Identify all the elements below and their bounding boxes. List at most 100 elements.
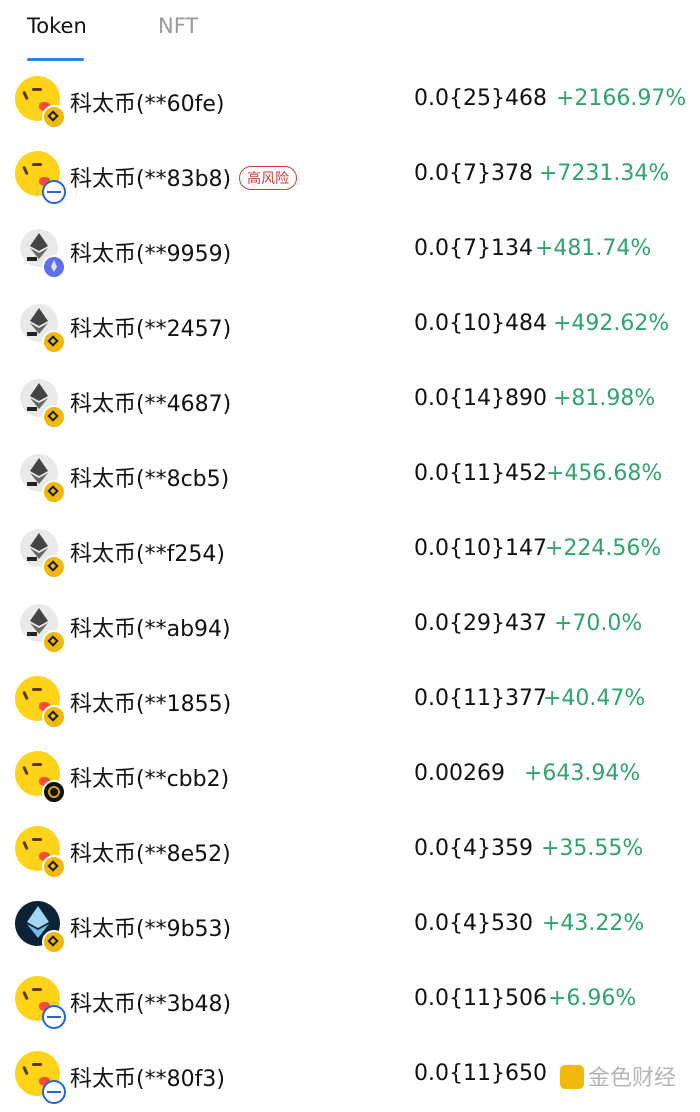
bnb-chain-icon: [42, 555, 66, 579]
bnb-chain-icon: [42, 330, 66, 354]
token-name: 科太币(**f254): [70, 536, 225, 568]
token-row[interactable]: 科太币(**4687) 0.0{14}890 +81.98%: [0, 362, 700, 437]
token-row[interactable]: 科太币(**9b53) 0.0{4}530 +43.22%: [0, 887, 700, 962]
token-name-text: 科太币(**8e52): [70, 842, 231, 867]
token-price: 0.0{25}468: [414, 86, 547, 111]
token-price: 0.0{4}359: [414, 836, 533, 861]
token-name: 科太币(**2457): [70, 311, 231, 343]
token-avatar: [15, 526, 66, 579]
token-name-text: 科太币(**60fe): [70, 92, 225, 117]
token-price: 0.0{10}147: [414, 536, 547, 561]
base-chain-icon: [42, 180, 66, 204]
token-name-text: 科太币(**1855): [70, 692, 232, 717]
token-name: 科太币(**8e52): [70, 836, 231, 868]
token-avatar: [15, 976, 66, 1029]
token-row[interactable]: 科太币(**f254) 0.0{10}147 +224.56%: [0, 512, 700, 587]
token-price: 0.0{4}530: [414, 911, 533, 936]
token-avatar: [15, 151, 66, 204]
token-price: 0.0{7}378: [414, 161, 533, 186]
token-price: 0.0{11}452: [414, 461, 547, 486]
token-name: 科太币(**60fe): [70, 86, 224, 118]
token-row[interactable]: 科太币(**83b8) 高风险 0.0{7}378 +7231.34%: [0, 137, 700, 212]
token-row[interactable]: 科太币(**3b48) 0.0{11}506 +6.96%: [0, 962, 700, 1037]
token-change: +70.0%: [554, 611, 643, 636]
token-price: 0.0{7}134: [414, 236, 533, 261]
tab-bar: Token NFT: [0, 0, 700, 62]
token-change: +643.94%: [524, 761, 641, 786]
token-name: 科太币(**4687): [70, 386, 231, 418]
tab-token[interactable]: Token: [27, 14, 87, 38]
active-tab-indicator: [27, 58, 84, 61]
bnb-chain-icon: [42, 855, 66, 879]
token-change: +81.98%: [553, 386, 656, 411]
token-price: 0.0{11}650: [414, 1061, 547, 1086]
token-change: +2166.97%: [556, 86, 687, 111]
token-name-text: 科太币(**ab94): [70, 617, 231, 642]
token-name: 科太币(**9b53): [70, 911, 231, 943]
watermark-text: 金色财经: [588, 1066, 677, 1091]
token-name-text: 科太币(**8cb5): [70, 467, 230, 492]
token-change: +7231.34%: [539, 161, 670, 186]
token-name-text: 科太币(**2457): [70, 317, 232, 342]
token-name-text: 科太币(**9959): [70, 242, 232, 267]
token-change: +6.96%: [548, 986, 637, 1011]
tab-nft[interactable]: NFT: [158, 14, 198, 38]
base-chain-icon: [42, 1005, 66, 1029]
token-avatar: [15, 301, 66, 354]
token-row[interactable]: 科太币(**8cb5) 0.0{11}452 +456.68%: [0, 437, 700, 512]
token-avatar: [15, 826, 66, 879]
token-name: 科太币(**ab94): [70, 611, 231, 643]
token-avatar: [15, 451, 66, 504]
token-change: +43.22%: [542, 911, 645, 936]
risk-badge: 高风险: [239, 166, 298, 190]
token-price: 0.00269: [414, 761, 505, 786]
token-name: 科太币(**1855): [70, 686, 231, 718]
token-name: 科太币(**83b8) 高风险: [70, 161, 298, 193]
black-chain-icon: [42, 780, 66, 804]
token-row[interactable]: 科太币(**60fe) 0.0{25}468 +2166.97%: [0, 62, 700, 137]
token-row[interactable]: 科太币(**8e52) 0.0{4}359 +35.55%: [0, 812, 700, 887]
token-avatar: [15, 1051, 66, 1104]
token-change: +481.74%: [535, 236, 652, 261]
token-avatar: [15, 751, 66, 804]
base-chain-icon: [42, 1080, 66, 1104]
bnb-chain-icon: [42, 630, 66, 654]
token-row[interactable]: 科太币(**ab94) 0.0{29}437 +70.0%: [0, 587, 700, 662]
token-price: 0.0{29}437: [414, 611, 547, 636]
token-price: 0.0{11}506: [414, 986, 547, 1011]
token-name: 科太币(**8cb5): [70, 461, 229, 493]
bnb-chain-icon: [42, 105, 66, 129]
bnb-chain-icon: [42, 705, 66, 729]
token-avatar: [15, 376, 66, 429]
token-change: +224.56%: [545, 536, 662, 561]
token-name: 科太币(**80f3): [70, 1061, 225, 1093]
token-change: +35.55%: [541, 836, 644, 861]
token-row[interactable]: 科太币(**cbb2) 0.00269 +643.94%: [0, 737, 700, 812]
token-name-text: 科太币(**3b48): [70, 992, 232, 1017]
token-list: 科太币(**60fe) 0.0{25}468 +2166.97% 科太币(**83b8…: [0, 62, 700, 1112]
token-change: +492.62%: [553, 311, 670, 336]
token-avatar: [15, 676, 66, 729]
token-name-text: 科太币(**83b8): [70, 167, 232, 192]
token-name-text: 科太币(**9b53): [70, 917, 232, 942]
bnb-chain-icon: [42, 930, 66, 954]
token-name: 科太币(**3b48): [70, 986, 231, 1018]
bnb-chain-icon: [42, 405, 66, 429]
watermark-logo-icon: [560, 1065, 584, 1089]
token-row[interactable]: 科太币(**1855) 0.0{11}377 +40.47%: [0, 662, 700, 737]
ethereum-chain-icon: [42, 255, 66, 279]
token-change: +456.68%: [546, 461, 663, 486]
token-change: +40.47%: [543, 686, 646, 711]
token-row[interactable]: 科太币(**2457) 0.0{10}484 +492.62%: [0, 287, 700, 362]
token-avatar: [15, 601, 66, 654]
token-price: 0.0{14}890: [414, 386, 547, 411]
token-name-text: 科太币(**80f3): [70, 1067, 225, 1092]
token-name-text: 科太币(**f254): [70, 542, 225, 567]
token-avatar: [15, 226, 66, 279]
token-name-text: 科太币(**cbb2): [70, 767, 230, 792]
token-avatar: [15, 901, 66, 954]
token-name: 科太币(**9959): [70, 236, 231, 268]
token-price: 0.0{10}484: [414, 311, 547, 336]
token-row[interactable]: 科太币(**9959) 0.0{7}134 +481.74%: [0, 212, 700, 287]
token-avatar: [15, 76, 66, 129]
